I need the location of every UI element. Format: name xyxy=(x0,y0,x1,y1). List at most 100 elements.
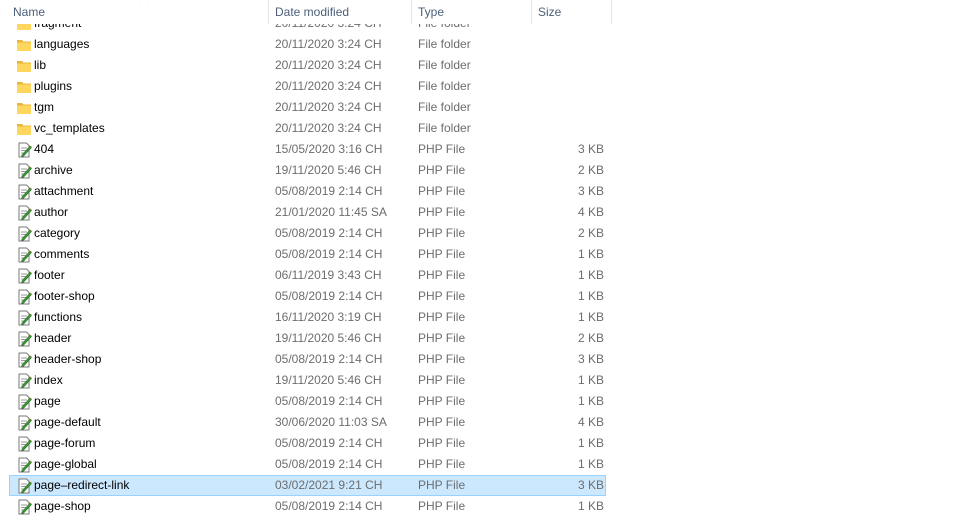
file-size: 3 KB xyxy=(577,142,604,156)
file-type: PHP File xyxy=(418,184,466,198)
file-type: PHP File xyxy=(418,457,466,471)
column-header-date-modified[interactable]: Date modified xyxy=(269,0,412,24)
file-date-modified: 30/06/2020 11:03 SA xyxy=(275,415,387,429)
file-type: PHP File xyxy=(418,310,466,324)
file-date-modified: 20/11/2020 3:24 CH xyxy=(275,100,382,114)
file-size: 1 KB xyxy=(577,289,604,303)
file-name: author xyxy=(34,205,69,219)
file-date-modified: 05/08/2019 2:14 CH xyxy=(275,457,383,471)
file-size xyxy=(540,56,604,75)
folder-icon xyxy=(16,121,32,137)
php-file-icon xyxy=(16,478,32,494)
file-date-modified: 05/08/2019 2:14 CH xyxy=(275,394,383,408)
column-header-type-label: Type xyxy=(418,5,445,19)
file-name: attachment xyxy=(34,184,94,198)
file-size: 1 KB xyxy=(577,436,604,450)
file-row[interactable]: page-shop 05/08/2019 2:14 CH PHP File 1 KB xyxy=(9,496,606,517)
folder-icon xyxy=(16,58,32,74)
file-row[interactable]: header-shop 05/08/2019 2:14 CH PHP File 3 K… xyxy=(9,349,606,370)
file-size: 3 KB xyxy=(577,352,604,366)
file-size: 1 KB xyxy=(577,394,604,408)
file-name: header xyxy=(34,331,72,345)
file-size: 4 KB xyxy=(577,205,604,219)
column-header-name[interactable]: Name xyxy=(7,0,269,24)
file-type: PHP File xyxy=(418,436,466,450)
file-row[interactable]: footer-shop 05/08/2019 2:14 CH PHP File 1 K… xyxy=(9,286,606,307)
file-date-modified: 20/11/2020 3:24 CH xyxy=(275,58,382,72)
file-row[interactable]: page-default 30/06/2020 11:03 SA PHP File 4… xyxy=(9,412,606,433)
column-header-type[interactable]: Type xyxy=(412,0,532,24)
file-row[interactable]: page 05/08/2019 2:14 CH PHP File 1 KB xyxy=(9,391,606,412)
file-size: 3 KB xyxy=(577,184,604,198)
file-row[interactable]: 404 15/05/2020 3:16 CH PHP File 3 KB xyxy=(9,139,606,160)
file-type: PHP File xyxy=(418,415,466,429)
file-size: 1 KB xyxy=(577,373,604,387)
file-name: 404 xyxy=(34,142,55,156)
file-date-modified: 03/02/2021 9:21 CH xyxy=(275,478,383,492)
file-size: 1 KB xyxy=(577,310,604,324)
file-type: PHP File xyxy=(418,226,466,240)
file-name: page xyxy=(34,394,61,408)
file-name: plugins xyxy=(34,79,73,93)
file-row[interactable]: page-forum 05/08/2019 2:14 CH PHP File 1 KB xyxy=(9,433,606,454)
file-row[interactable]: languages 20/11/2020 3:24 CH File folder xyxy=(9,34,606,55)
file-row[interactable]: tgm 20/11/2020 3:24 CH File folder xyxy=(9,97,606,118)
file-list: fragment20/11/2020 3:24 CHFile folderlan… xyxy=(0,0,954,518)
folder-icon xyxy=(16,37,32,53)
file-name: vc_templates xyxy=(34,121,105,135)
file-size: 1 KB xyxy=(577,457,604,471)
file-name: page–redirect-link xyxy=(34,478,130,492)
folder-icon xyxy=(16,100,32,116)
php-file-icon xyxy=(16,352,32,368)
php-file-icon xyxy=(16,226,32,242)
file-size xyxy=(540,98,604,117)
column-header-size[interactable]: Size xyxy=(532,0,612,24)
file-size: 1 KB xyxy=(577,268,604,282)
file-type: PHP File xyxy=(418,142,466,156)
file-name: footer-shop xyxy=(34,289,95,303)
file-size: 2 KB xyxy=(577,226,604,240)
php-file-icon xyxy=(16,331,32,347)
file-type: PHP File xyxy=(418,247,466,261)
file-date-modified: 21/01/2020 11:45 SA xyxy=(275,205,387,219)
file-type: File folder xyxy=(418,100,471,114)
file-date-modified: 15/05/2020 3:16 CH xyxy=(275,142,383,156)
php-file-icon xyxy=(16,184,32,200)
file-date-modified: 05/08/2019 2:14 CH xyxy=(275,352,383,366)
file-type: PHP File xyxy=(418,394,466,408)
file-date-modified: 19/11/2020 5:46 CH xyxy=(275,331,382,345)
php-file-icon xyxy=(16,373,32,389)
file-date-modified: 06/11/2019 3:43 CH xyxy=(275,268,382,282)
file-size xyxy=(540,119,604,138)
php-file-icon xyxy=(16,142,32,158)
folder-icon xyxy=(16,79,32,95)
php-file-icon xyxy=(16,394,32,410)
file-row[interactable]: vc_templates 20/11/2020 3:24 CH File folde… xyxy=(9,118,606,139)
column-header-bar: Name Date modified Type Size xyxy=(0,0,612,24)
file-name: header-shop xyxy=(34,352,102,366)
file-type: File folder xyxy=(418,37,471,51)
file-type: File folder xyxy=(418,79,471,93)
file-row[interactable]: footer 06/11/2019 3:43 CH PHP File 1 KB xyxy=(9,265,606,286)
file-type: File folder xyxy=(418,121,471,135)
file-name: category xyxy=(34,226,81,240)
file-row[interactable]: archive 19/11/2020 5:46 CH PHP File 2 KB xyxy=(9,160,606,181)
file-row[interactable]: plugins 20/11/2020 3:24 CH File folder xyxy=(9,76,606,97)
file-row[interactable]: category 05/08/2019 2:14 CH PHP File 2 KB xyxy=(9,223,606,244)
file-row[interactable]: index 19/11/2020 5:46 CH PHP File 1 KB xyxy=(9,370,606,391)
file-row[interactable]: functions 16/11/2020 3:19 CH PHP File 1 KB xyxy=(9,307,606,328)
file-row[interactable]: page-global 05/08/2019 2:14 CH PHP File 1 K… xyxy=(9,454,606,475)
file-type: PHP File xyxy=(418,499,466,513)
file-row[interactable]: comments 05/08/2019 2:14 CH PHP File 1 KB xyxy=(9,244,606,265)
column-header-size-label: Size xyxy=(538,5,562,19)
php-file-icon xyxy=(16,457,32,473)
file-type: File folder xyxy=(418,58,471,72)
file-row[interactable]: author 21/01/2020 11:45 SA PHP File 4 KB xyxy=(9,202,606,223)
file-size: 2 KB xyxy=(577,331,604,345)
file-row[interactable]: attachment 05/08/2019 2:14 CH PHP File 3 KB xyxy=(9,181,606,202)
file-row[interactable]: page–redirect-link 03/02/2021 9:21 CH PHP … xyxy=(9,475,606,496)
file-row[interactable]: header 19/11/2020 5:46 CH PHP File 2 KB xyxy=(9,328,606,349)
file-row[interactable]: lib 20/11/2020 3:24 CH File folder xyxy=(9,55,606,76)
file-name: footer xyxy=(34,268,65,282)
file-type: PHP File xyxy=(418,331,466,345)
